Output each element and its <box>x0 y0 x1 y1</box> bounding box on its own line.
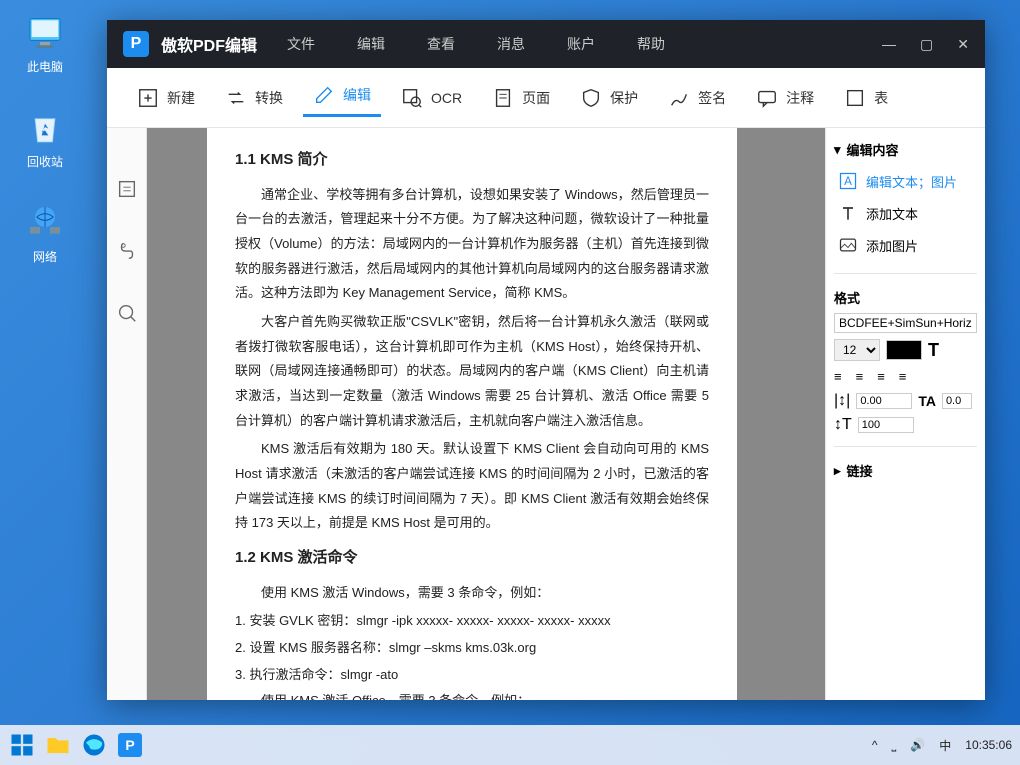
menu-view[interactable]: 查看 <box>427 34 455 54</box>
desktop-icon-computer[interactable]: 此电脑 <box>10 10 80 75</box>
menu-message[interactable]: 消息 <box>497 34 525 54</box>
app-logo: P <box>123 31 149 57</box>
image-icon <box>838 235 858 255</box>
align-center-icon[interactable]: ≡ <box>856 369 864 384</box>
scale-input[interactable] <box>858 417 914 433</box>
text-t-icon <box>838 203 858 223</box>
app-window: P 傲软PDF编辑 文件 编辑 查看 消息 账户 帮助 — ▢ ✕ 新建 转换 … <box>107 20 985 700</box>
document-content[interactable]: 1.1 KMS 简介 通常企业、学校等拥有多台计算机，设想如果安装了 Windo… <box>207 128 737 700</box>
scale-icon: ↕T <box>834 416 852 434</box>
menu-help[interactable]: 帮助 <box>637 34 665 54</box>
font-size-select[interactable]: 12 <box>834 339 880 361</box>
tool-new[interactable]: 新建 <box>127 81 205 115</box>
desktop-icon-network[interactable]: 网络 <box>10 200 80 265</box>
pdf-app-icon[interactable]: P <box>116 731 144 759</box>
window-controls: — ▢ ✕ <box>882 36 969 53</box>
doc-paragraph: 通常企业、学校等拥有多台计算机，设想如果安装了 Windows，然后管理员一台一… <box>235 183 709 306</box>
search-tab-icon[interactable] <box>116 302 138 324</box>
tool-ocr[interactable]: OCR <box>391 81 472 115</box>
doc-paragraph: 大客户首先购买微软正版"CSVLK"密钥，然后将一台计算机永久激活（联网或者拨打… <box>235 310 709 433</box>
edge-icon[interactable] <box>80 731 108 759</box>
char-spacing-input[interactable] <box>942 393 972 409</box>
document-page: 1.1 KMS 简介 通常企业、学校等拥有多台计算机，设想如果安装了 Windo… <box>207 128 737 700</box>
text-a-icon: A <box>838 171 858 191</box>
line-height-icon: |↕| <box>834 392 850 410</box>
svg-text:A: A <box>844 175 852 188</box>
bookmark-tab-icon[interactable] <box>116 240 138 262</box>
chevron-right-icon: ▸ <box>834 463 841 479</box>
align-right-icon[interactable]: ≡ <box>877 369 885 384</box>
tool-edit[interactable]: 编辑 <box>303 78 381 117</box>
app-title: 傲软PDF编辑 <box>161 32 257 56</box>
desktop-icon-label: 此电脑 <box>27 60 63 74</box>
shield-icon <box>580 87 602 109</box>
panel-add-text[interactable]: 添加文本 <box>834 197 977 229</box>
document-area[interactable]: 1.1 KMS 简介 通常企业、学校等拥有多台计算机，设想如果安装了 Windo… <box>147 128 825 700</box>
desktop-icon-recycle[interactable]: 回收站 <box>10 105 80 170</box>
computer-icon <box>25 12 65 52</box>
maximize-button[interactable]: ▢ <box>920 36 933 53</box>
main-area: 1.1 KMS 简介 通常企业、学校等拥有多台计算机，设想如果安装了 Windo… <box>107 128 985 700</box>
panel-section-format: 格式 <box>834 288 977 307</box>
plus-icon <box>137 87 159 109</box>
doc-command: 3. 执行激活命令：slmgr -ato <box>235 663 709 688</box>
panel-section-edit-content[interactable]: ▾ 编辑内容 <box>834 140 977 159</box>
doc-heading-1: 1.1 KMS 简介 <box>235 146 709 175</box>
start-button[interactable] <box>8 731 36 759</box>
panel-add-image[interactable]: 添加图片 <box>834 229 977 261</box>
edit-icon <box>313 84 335 106</box>
page-icon <box>492 87 514 109</box>
minimize-button[interactable]: — <box>882 36 896 53</box>
align-buttons: ≡ ≡ ≡ ≡ <box>834 369 977 384</box>
right-panel: ▾ 编辑内容 A 编辑文本；图片 添加文本 添加图片 格式 <box>825 128 985 700</box>
tool-sign[interactable]: 签名 <box>658 81 736 115</box>
title-bar: P 傲软PDF编辑 文件 编辑 查看 消息 账户 帮助 — ▢ ✕ <box>107 20 985 68</box>
line-spacing-input[interactable] <box>856 393 912 409</box>
panel-edit-text-image[interactable]: A 编辑文本；图片 <box>834 165 977 197</box>
doc-paragraph: KMS 激活后有效期为 180 天。默认设置下 KMS Client 会自动向可… <box>235 437 709 536</box>
taskbar: P ^ ⎵ 🔊 中 10:35:06 <box>0 725 1020 765</box>
ocr-icon <box>401 87 423 109</box>
tray-volume-icon[interactable]: 🔊 <box>910 738 925 752</box>
thumbnail-tab-icon[interactable] <box>116 178 138 200</box>
desktop-icon-label: 回收站 <box>27 155 63 169</box>
align-justify-icon[interactable]: ≡ <box>899 369 907 384</box>
text-style-button[interactable]: T <box>928 340 939 361</box>
doc-paragraph: 使用 KMS 激活 Office，需要 3 条命令，例如： <box>235 689 709 700</box>
doc-command: 1. 安装 GVLK 密钥：slmgr -ipk xxxxx- xxxxx- x… <box>235 609 709 634</box>
doc-command: 2. 设置 KMS 服务器名称：slmgr –skms kms.03k.org <box>235 636 709 661</box>
recycle-icon <box>25 107 65 147</box>
tool-more[interactable]: 表 <box>834 81 898 115</box>
menu-edit[interactable]: 编辑 <box>357 34 385 54</box>
doc-paragraph: 使用 KMS 激活 Windows，需要 3 条命令，例如： <box>235 581 709 606</box>
chevron-down-icon: ▾ <box>834 142 841 158</box>
convert-icon <box>225 87 247 109</box>
tray-battery-icon[interactable]: ⎵ <box>892 738 897 753</box>
doc-heading-2: 1.2 KMS 激活命令 <box>235 544 709 573</box>
tool-annotate[interactable]: 注释 <box>746 81 824 115</box>
desktop-icon-label: 网络 <box>33 250 57 264</box>
panel-section-links[interactable]: ▸ 链接 <box>834 461 977 480</box>
menu-account[interactable]: 账户 <box>567 34 595 54</box>
color-picker[interactable] <box>886 340 922 360</box>
network-icon <box>25 202 65 242</box>
tool-protect[interactable]: 保护 <box>570 81 648 115</box>
tray-chevron-icon[interactable]: ^ <box>872 738 878 752</box>
menu-bar: 文件 编辑 查看 消息 账户 帮助 <box>287 34 882 54</box>
pen-icon <box>668 87 690 109</box>
tool-convert[interactable]: 转换 <box>215 81 293 115</box>
align-left-icon[interactable]: ≡ <box>834 369 842 384</box>
font-name-select[interactable] <box>834 313 977 333</box>
clock[interactable]: 10:35:06 <box>965 738 1012 752</box>
tool-page[interactable]: 页面 <box>482 81 560 115</box>
ime-indicator[interactable]: 中 <box>939 737 951 754</box>
menu-file[interactable]: 文件 <box>287 34 315 54</box>
char-spacing-icon: TA <box>918 393 936 409</box>
toolbar: 新建 转换 编辑 OCR 页面 保护 签名 注释 <box>107 68 985 128</box>
form-icon <box>844 87 866 109</box>
explorer-icon[interactable] <box>44 731 72 759</box>
side-tabs <box>107 128 147 700</box>
comment-icon <box>756 87 778 109</box>
close-button[interactable]: ✕ <box>957 36 969 53</box>
